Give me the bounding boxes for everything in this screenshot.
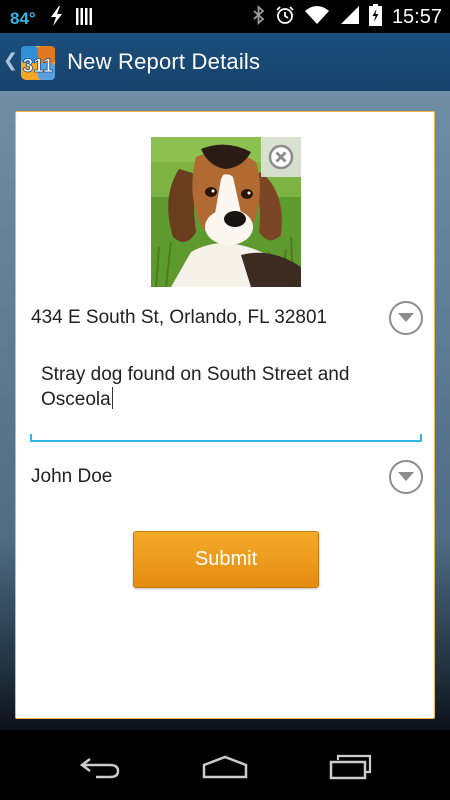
app-logo[interactable]: 311 [19, 42, 59, 82]
app-logo-text: 311 [23, 56, 54, 77]
back-button[interactable] [70, 750, 130, 784]
home-icon [202, 755, 248, 779]
reporter-dropdown-button[interactable] [389, 460, 423, 494]
remove-photo-button[interactable] [261, 137, 301, 177]
lightning-icon [48, 6, 64, 31]
recent-apps-icon [329, 754, 372, 780]
action-bar: ❮ 311 New Report Details [0, 33, 450, 91]
reporter-name-text: John Doe [31, 466, 113, 487]
temperature-text: 84° [10, 8, 36, 28]
report-photo[interactable] [151, 137, 301, 288]
navigation-bar [0, 730, 450, 800]
address-row[interactable]: 434 E South St, Orlando, FL 32801 [31, 298, 423, 338]
cell-signal-icon [339, 5, 359, 30]
reporter-row[interactable]: John Doe [31, 457, 423, 497]
chevron-down-icon [398, 313, 414, 322]
screen: 84° 15:57 ❮ 311 New Report Details 434 E… [0, 0, 450, 800]
wifi-icon [304, 5, 329, 30]
bluetooth-icon [253, 4, 265, 30]
status-bar: 84° 15:57 [0, 0, 450, 33]
up-navigation-icon[interactable]: ❮ [3, 50, 18, 71]
description-text: Stray dog found on South Street and Osce… [41, 364, 350, 410]
address-dropdown-button[interactable] [389, 301, 423, 335]
chevron-down-icon [398, 472, 414, 481]
back-icon [79, 758, 120, 779]
close-circle-icon [268, 144, 294, 170]
battery-charging-icon [368, 4, 382, 31]
text-cursor [111, 387, 113, 409]
home-button[interactable] [195, 750, 255, 784]
submit-button[interactable]: Submit [133, 531, 319, 588]
alarm-icon [275, 5, 295, 30]
address-text: 434 E South St, Orlando, FL 32801 [31, 307, 328, 328]
description-input[interactable]: Stray dog found on South Street and Osce… [30, 354, 422, 442]
page-title: New Report Details [67, 49, 261, 74]
clock-text: 15:57 [391, 6, 442, 28]
signal-bars-icon [75, 6, 92, 31]
app-logo-icon: 311 [21, 46, 56, 80]
recent-apps-button[interactable] [320, 750, 380, 784]
report-form-card: 434 E South St, Orlando, FL 32801 Stray … [15, 111, 435, 719]
